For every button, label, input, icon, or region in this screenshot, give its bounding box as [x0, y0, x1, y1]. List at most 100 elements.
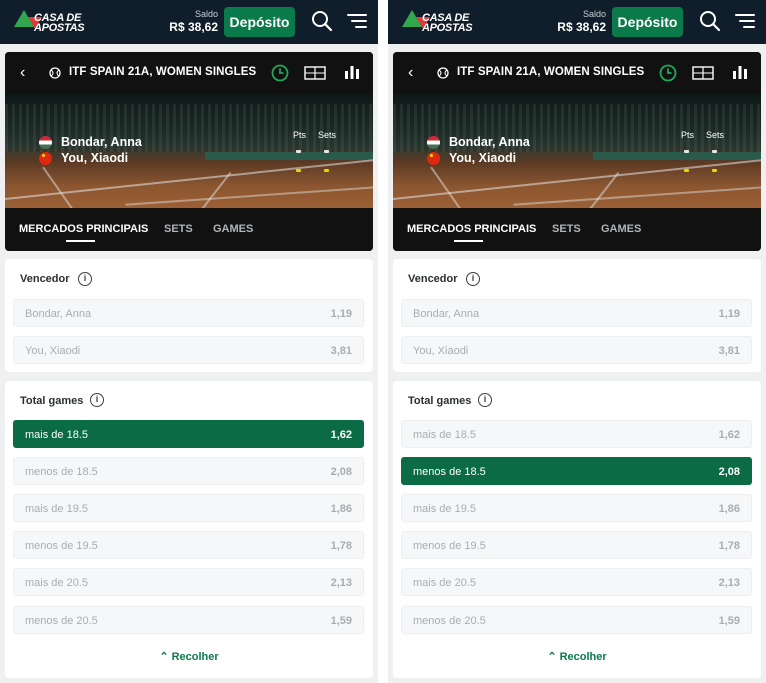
brand-logo[interactable]: CASA DE APOSTAS — [14, 8, 100, 36]
market-tabs: MERCADOS PRINCIPAIS SETS GAMES — [393, 208, 761, 251]
logo-text: CASA DE APOSTAS — [422, 13, 473, 34]
tab-mercados-principais[interactable]: MERCADOS PRINCIPAIS — [407, 223, 536, 235]
odd-value: 1,19 — [718, 308, 740, 320]
odd-value: 1,59 — [718, 615, 740, 627]
event-header: ‹ ITF SPAIN 21A, WOMEN SINGLES — [393, 52, 761, 94]
odd-label: menos de 20.5 — [25, 615, 98, 627]
score-marker — [684, 169, 689, 172]
player-name: Bondar, Anna — [449, 135, 530, 149]
deposit-button[interactable]: Depósito — [612, 7, 683, 37]
court-line — [42, 166, 90, 208]
court-view-icon[interactable] — [304, 66, 326, 80]
odd-value: 1,86 — [718, 503, 740, 515]
court-wall — [205, 152, 373, 160]
screenshot-root: CASA DE APOSTAS Saldo R$ 38,62 Depósito — [0, 0, 766, 683]
china-flag-icon — [39, 152, 52, 165]
odd-button[interactable]: mais de 20.5 2,13 — [13, 568, 364, 596]
deposit-button[interactable]: Depósito — [224, 7, 295, 37]
odd-value: 2,13 — [330, 577, 352, 589]
points-header: Pts — [681, 130, 695, 140]
score-marker — [296, 150, 301, 153]
back-arrow-icon[interactable]: ‹ — [408, 65, 420, 81]
odd-button[interactable]: mais de 19.5 1,86 — [13, 494, 364, 522]
info-icon[interactable]: i — [90, 393, 104, 407]
winner-market: Vencedor i Bondar, Anna 1,19 You, Xiaodi… — [5, 259, 373, 372]
odd-button[interactable]: menos de 20.5 1,59 — [13, 606, 364, 634]
tab-sets[interactable]: SETS — [552, 223, 581, 235]
balance-label: Saldo — [194, 9, 218, 19]
odd-button[interactable]: mais de 20.5 2,13 — [401, 568, 752, 596]
brand-logo[interactable]: CASA DE APOSTAS — [402, 8, 488, 36]
odd-button[interactable]: menos de 19.5 1,78 — [401, 531, 752, 559]
odd-value: 1,19 — [330, 308, 352, 320]
market-title: Total games — [408, 395, 472, 407]
odd-label: mais de 18.5 — [25, 429, 88, 441]
back-arrow-icon[interactable]: ‹ — [20, 65, 32, 81]
tab-games[interactable]: GAMES — [601, 223, 641, 235]
event-card: ‹ ITF SPAIN 21A, WOMEN SINGLES Pts Sets … — [5, 52, 373, 251]
odd-button[interactable]: You, Xiaodi 3,81 — [401, 336, 752, 364]
court-line — [430, 166, 478, 208]
info-icon[interactable]: i — [78, 272, 92, 286]
menu-icon[interactable] — [734, 12, 756, 30]
odd-button[interactable]: menos de 19.5 1,78 — [13, 531, 364, 559]
collapse-button[interactable]: ⌃ Recolher — [393, 650, 761, 663]
odd-button[interactable]: mais de 18.5 1,62 — [401, 420, 752, 448]
hungary-flag-icon — [427, 136, 440, 149]
odd-button[interactable]: menos de 18.5 2,08 — [13, 457, 364, 485]
clock-icon[interactable] — [659, 64, 677, 82]
winner-market: Vencedor i Bondar, Anna 1,19 You, Xiaodi… — [393, 259, 761, 372]
odd-label: Bondar, Anna — [413, 308, 480, 320]
score-marker — [324, 169, 329, 172]
info-icon[interactable]: i — [478, 393, 492, 407]
odd-value: 1,78 — [330, 540, 352, 552]
odd-button[interactable]: menos de 18.5 2,08 — [401, 457, 752, 485]
tennis-ball-icon — [437, 67, 449, 79]
odd-label: Bondar, Anna — [25, 308, 92, 320]
info-icon[interactable]: i — [466, 272, 480, 286]
event-title: ITF SPAIN 21A, WOMEN SINGLES — [457, 66, 645, 78]
tab-sets[interactable]: SETS — [164, 223, 193, 235]
odd-label: mais de 20.5 — [25, 577, 88, 589]
odd-label: mais de 19.5 — [413, 503, 476, 515]
statistics-icon[interactable] — [732, 64, 748, 80]
score-marker — [324, 150, 329, 153]
odd-button[interactable]: Bondar, Anna 1,19 — [401, 299, 752, 327]
logo-text-line2: APOSTAS — [34, 22, 85, 34]
tab-games[interactable]: GAMES — [213, 223, 253, 235]
active-tab-indicator — [66, 240, 95, 242]
market-title: Vencedor — [20, 273, 70, 285]
chevron-up-icon: ⌃ — [547, 651, 557, 663]
court-wall — [593, 152, 761, 160]
right-panel: CASA DE APOSTAS Saldo R$ 38,62 Depósito — [388, 0, 766, 683]
odd-label: menos de 18.5 — [413, 466, 486, 478]
collapse-button[interactable]: ⌃ Recolher — [5, 650, 373, 663]
score-marker — [712, 150, 717, 153]
balance-value: R$ 38,62 — [169, 20, 218, 34]
court-view-icon[interactable] — [692, 66, 714, 80]
odd-label: You, Xiaodi — [413, 345, 469, 357]
active-tab-indicator — [454, 240, 483, 242]
odd-button[interactable]: mais de 18.5 1,62 — [13, 420, 364, 448]
collapse-label: Recolher — [559, 651, 607, 663]
collapse-label: Recolher — [171, 651, 219, 663]
balance-display: Saldo R$ 38,62 — [169, 9, 218, 34]
clock-icon[interactable] — [271, 64, 289, 82]
balance-display: Saldo R$ 38,62 — [557, 9, 606, 34]
odd-value: 2,08 — [330, 466, 352, 478]
search-icon[interactable] — [311, 10, 333, 32]
odd-button[interactable]: Bondar, Anna 1,19 — [13, 299, 364, 327]
tab-mercados-principais[interactable]: MERCADOS PRINCIPAIS — [19, 223, 148, 235]
odd-button[interactable]: mais de 19.5 1,86 — [401, 494, 752, 522]
points-header: Pts — [293, 130, 307, 140]
statistics-icon[interactable] — [344, 64, 360, 80]
logo-text-line2: APOSTAS — [422, 22, 473, 34]
odd-button[interactable]: You, Xiaodi 3,81 — [13, 336, 364, 364]
odd-button[interactable]: menos de 20.5 1,59 — [401, 606, 752, 634]
odd-value: 1,59 — [330, 615, 352, 627]
menu-icon[interactable] — [346, 12, 368, 30]
logo-text: CASA DE APOSTAS — [34, 13, 85, 34]
search-icon[interactable] — [699, 10, 721, 32]
event-header: ‹ ITF SPAIN 21A, WOMEN SINGLES — [5, 52, 373, 94]
odd-label: mais de 19.5 — [25, 503, 88, 515]
